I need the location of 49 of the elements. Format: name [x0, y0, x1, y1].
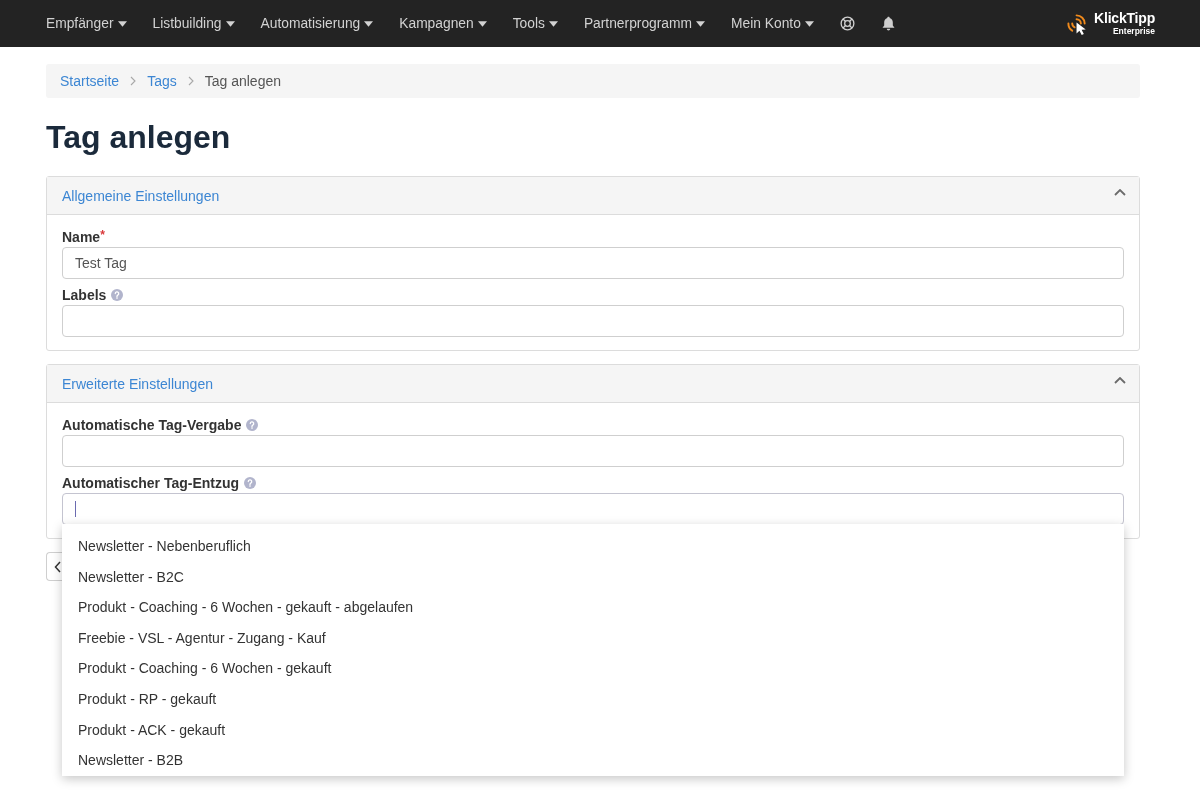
panel-title: Erweiterte Einstellungen: [62, 375, 213, 392]
field-label: Name*: [62, 228, 105, 246]
nav-menu-item[interactable]: Partnerprogramm: [583, 16, 705, 31]
caret-icon: [477, 21, 487, 27]
caret-icon: [804, 21, 814, 27]
dropdown-option[interactable]: Produkt - ACK - gekauft: [62, 714, 1124, 746]
field-label: Automatische Tag-Vergabe: [62, 416, 242, 434]
panel-title: Allgemeine Einstellungen: [62, 187, 220, 204]
nav-menu-item[interactable]: Mein Konto: [731, 16, 814, 31]
dropdown-option[interactable]: Produkt - Coaching - 6 Wochen - gekauft: [62, 653, 1124, 684]
nav-menu-item[interactable]: Automatisierung: [260, 16, 374, 31]
dropdown-option[interactable]: Newsletter - B2B: [62, 745, 1124, 776]
brand-name: KlickTipp: [1094, 11, 1155, 26]
back-button[interactable]: [46, 552, 62, 581]
dropdown-option[interactable]: Newsletter - Nebenberuflich: [62, 531, 1124, 562]
panel-header[interactable]: Erweiterte Einstellungen: [47, 365, 1139, 403]
lifebuoy-icon[interactable]: [839, 16, 855, 31]
nav-menu-item[interactable]: Listbuilding: [152, 16, 235, 31]
breadcrumb-link[interactable]: Tags: [147, 73, 177, 89]
dropdown-option[interactable]: Freebie - VSL - Agentur - Zugang - Kauf: [62, 622, 1124, 654]
input-field[interactable]: [62, 305, 1124, 337]
caret-icon: [225, 21, 235, 27]
dropdown-option[interactable]: Produkt - RP - gekauft: [62, 683, 1124, 715]
help-icon[interactable]: [244, 477, 257, 489]
input-field[interactable]: Test Tag: [62, 247, 1124, 279]
field-label: Automatischer Tag-Entzug: [62, 474, 240, 492]
nav-menu-item[interactable]: Empfänger: [46, 16, 127, 31]
nav-menu-item[interactable]: Tools: [512, 16, 558, 31]
nav-menu-item[interactable]: Kampagnen: [399, 16, 487, 31]
brand-edition: Enterprise: [1112, 27, 1155, 36]
bell-icon[interactable]: [880, 16, 896, 31]
input-field[interactable]: [62, 493, 1124, 525]
dropdown-option[interactable]: Produkt - Coaching - 6 Wochen - gekauft - abgelaufen: [62, 592, 1124, 623]
breadcrumb-link[interactable]: Startseite: [60, 73, 120, 89]
caret-icon: [548, 21, 558, 27]
page-title: Tag anlegen: [46, 118, 232, 157]
input-field[interactable]: [62, 435, 1124, 467]
caret-icon: [696, 21, 705, 27]
help-icon[interactable]: [111, 289, 124, 301]
caret-icon: [364, 21, 374, 27]
chevron-right-icon: [187, 76, 194, 86]
caret-icon: [117, 21, 127, 27]
chevron-right-icon: [130, 76, 137, 86]
breadcrumb-current: Tag anlegen: [204, 73, 281, 89]
field-label: Labels: [62, 286, 107, 304]
chevron-left-icon: [54, 560, 61, 573]
dropdown-option[interactable]: Newsletter - B2C: [62, 561, 1124, 593]
help-icon[interactable]: [246, 419, 259, 431]
panel-header[interactable]: Allgemeine Einstellungen: [47, 177, 1139, 215]
